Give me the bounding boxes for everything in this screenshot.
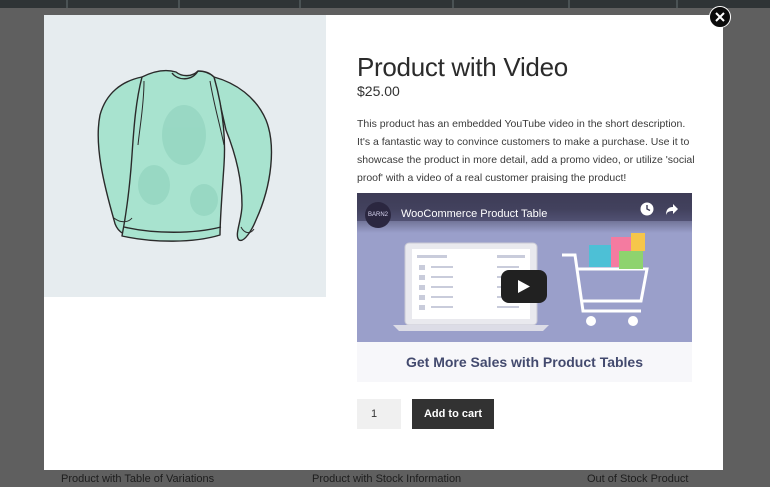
background-product-captions: Product with Table of Variations Product… [0, 473, 770, 487]
video-thumbnail: BARN2 WooCommerce Product Table [357, 193, 692, 342]
quantity-input[interactable] [357, 399, 401, 429]
play-icon [518, 280, 530, 293]
background-caption[interactable]: Out of Stock Product [587, 473, 689, 485]
background-caption[interactable]: Product with Stock Information [312, 473, 461, 485]
channel-avatar[interactable]: BARN2 [365, 202, 391, 228]
background-caption[interactable]: Product with Table of Variations [61, 473, 214, 485]
product-image [44, 15, 326, 297]
video-caption: Get More Sales with Product Tables [405, 354, 643, 370]
close-icon [715, 12, 725, 22]
add-to-cart-button[interactable]: Add to cart [412, 399, 494, 429]
product-description: This product has an embedded YouTube vid… [357, 118, 695, 184]
close-button[interactable] [709, 6, 731, 28]
youtube-video-embed[interactable]: BARN2 WooCommerce Product Table Get More… [357, 193, 692, 382]
video-caption-area: Get More Sales with Product Tables [357, 342, 692, 382]
clock-icon[interactable] [640, 202, 654, 216]
share-icon[interactable] [665, 202, 679, 216]
video-title[interactable]: WooCommerce Product Table [401, 208, 547, 220]
quick-view-modal: Product with Video $25.00 This product h… [44, 15, 723, 470]
product-price: $25.00 [357, 83, 400, 99]
play-button[interactable] [501, 270, 547, 303]
sweater-image [97, 69, 273, 242]
product-title: Product with Video [357, 52, 568, 83]
background-header-bar [0, 0, 770, 8]
